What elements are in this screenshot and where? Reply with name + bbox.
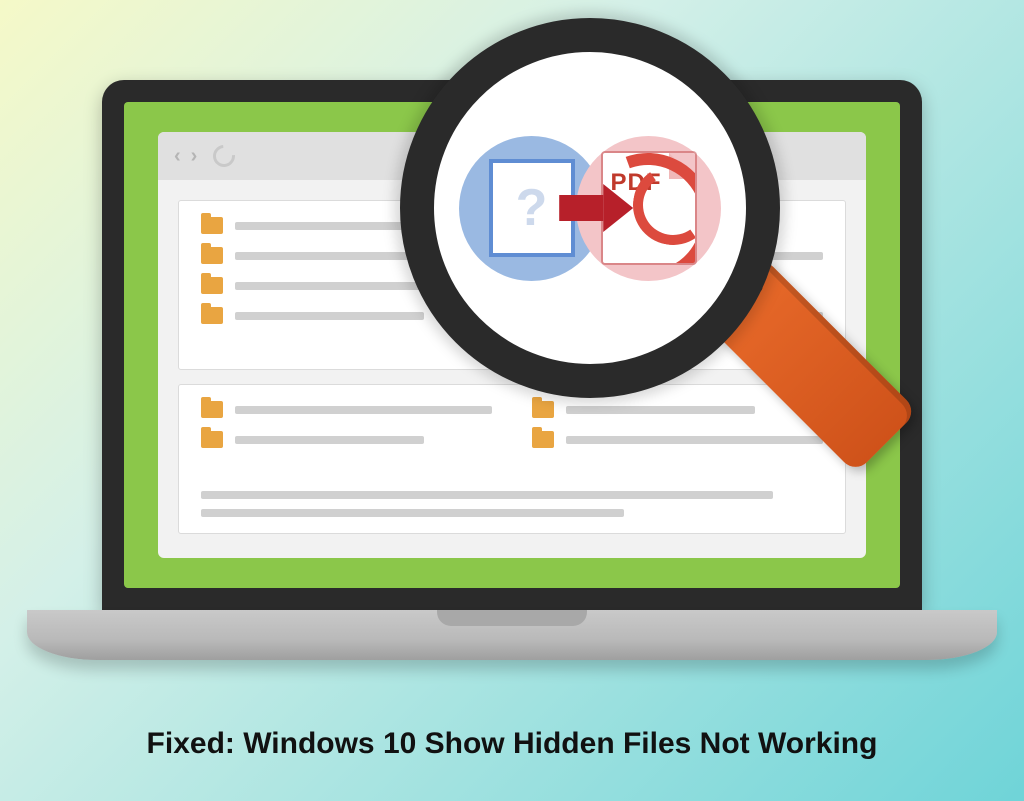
- placeholder-line: [201, 509, 624, 517]
- refresh-icon: [209, 141, 240, 172]
- folder-icon: [201, 307, 223, 324]
- folder-column-left: [201, 401, 492, 475]
- placeholder-line: [235, 406, 492, 414]
- back-icon: ‹: [174, 146, 181, 166]
- placeholder-line: [235, 312, 424, 320]
- laptop-base: [27, 610, 997, 660]
- folder-icon: [201, 247, 223, 264]
- panel-footer-lines: [179, 481, 845, 533]
- folder-icon: [532, 431, 554, 448]
- placeholder-line: [201, 491, 773, 499]
- forward-icon: ›: [191, 146, 198, 166]
- folder-column-right: [532, 401, 823, 475]
- list-item: [532, 401, 823, 418]
- content-panel-bottom: [178, 384, 846, 534]
- folder-icon: [201, 217, 223, 234]
- placeholder-line: [235, 436, 424, 444]
- folder-icon: [201, 401, 223, 418]
- question-mark-icon: ?: [516, 178, 548, 238]
- placeholder-line: [566, 406, 755, 414]
- placeholder-line: [235, 252, 424, 260]
- list-item: [532, 431, 823, 448]
- list-item: [201, 401, 492, 418]
- magnifier-lens: ? PDF: [400, 18, 780, 398]
- folder-icon: [201, 277, 223, 294]
- image-caption: Fixed: Windows 10 Show Hidden Files Not …: [0, 727, 1024, 761]
- arrow-right-icon: [559, 195, 603, 221]
- placeholder-line: [566, 436, 823, 444]
- folder-icon: [201, 431, 223, 448]
- folder-icon: [532, 401, 554, 418]
- list-item: [201, 431, 492, 448]
- magnifying-glass: ? PDF: [400, 18, 780, 398]
- lens-content: ? PDF: [434, 52, 746, 364]
